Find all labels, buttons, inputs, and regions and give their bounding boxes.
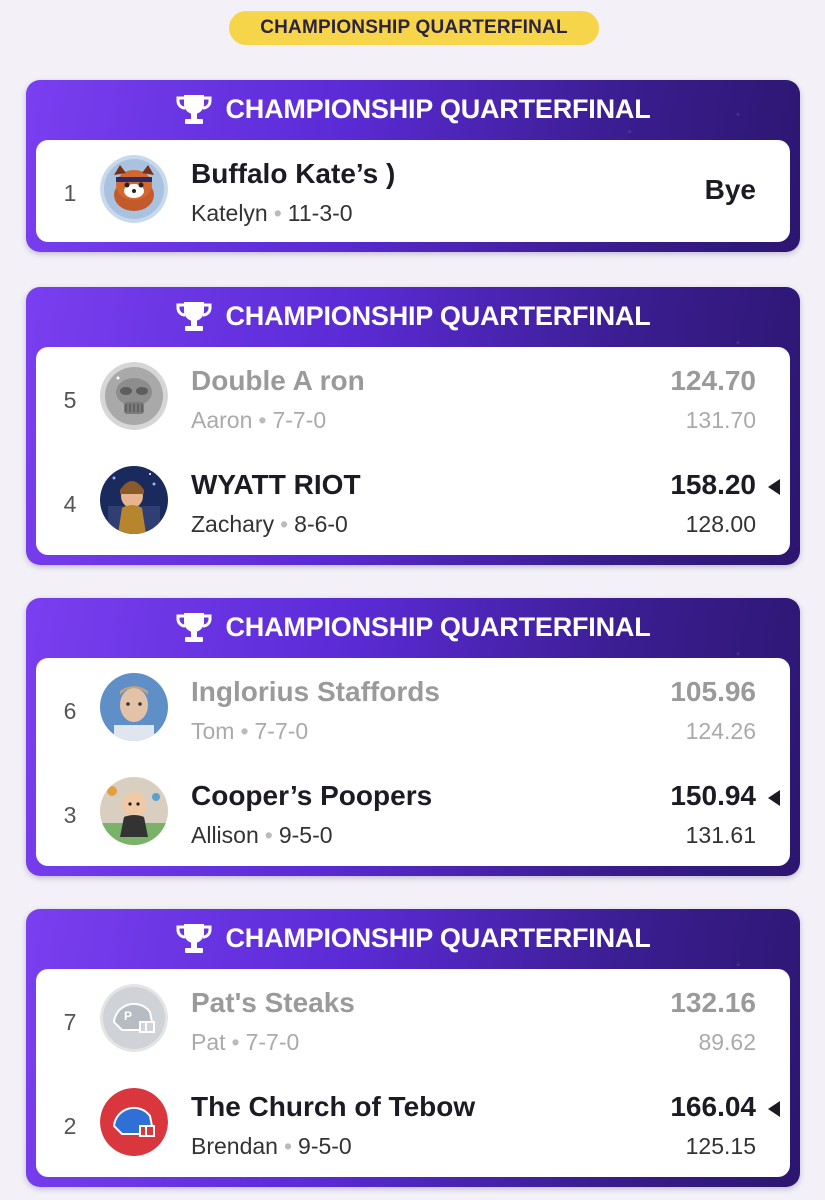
team-projected: 131.61	[685, 822, 756, 848]
team-row[interactable]: 3 Cooper’s Poopers Allison • 9-5-0 150.94 …	[36, 762, 790, 866]
matchup-header-label: CHAMPIONSHIP QUARTERFINAL	[225, 922, 651, 953]
team-avatar-alien-mask	[100, 362, 168, 430]
team-score: 158.20	[670, 469, 756, 500]
team-record: 8-6-0	[294, 511, 348, 537]
team-meta: Katelyn • 11-3-0	[191, 200, 353, 227]
team-projected: 124.26	[685, 718, 756, 744]
manager-name: Allison	[191, 822, 259, 848]
team-row[interactable]: 5 Double A ron Aaron • 7-7-0 124.70 131.70	[36, 347, 790, 451]
manager-name: Aaron	[191, 407, 253, 433]
team-name[interactable]: Inglorius Staffords	[191, 676, 440, 708]
winner-arrow-icon	[768, 790, 780, 806]
team-meta: Brendan • 9-5-0	[191, 1133, 352, 1160]
team-seed: 5	[63, 387, 77, 413]
team-projected: 89.62	[698, 1029, 756, 1055]
manager-name: Katelyn	[191, 200, 268, 226]
team-row[interactable]: 2 The Church of Tebow Brendan • 9-5-0 166.…	[36, 1073, 790, 1177]
team-projected: 131.70	[685, 407, 756, 433]
team-name[interactable]: Double A ron	[191, 365, 365, 397]
trophy-icon	[176, 613, 212, 642]
team-row[interactable]: 7 P Pat's Steaks Pat • 7-7-0 132.16 89.62	[36, 969, 790, 1073]
team-score: 150.94	[670, 780, 756, 811]
trophy-icon	[176, 95, 212, 124]
team-name[interactable]: Buffalo Kate’s )	[191, 158, 395, 190]
team-record: 9-5-0	[298, 1133, 352, 1159]
team-projected: 125.15	[685, 1133, 756, 1159]
manager-name: Brendan	[191, 1133, 278, 1159]
matchup-body: 5 Double A ron Aaron • 7-7-0 124.70 131.70…	[36, 347, 790, 555]
team-avatar-player-photo	[100, 673, 168, 741]
matchup-header: CHAMPIONSHIP QUARTERFINAL	[26, 909, 800, 967]
separator-dot: •	[283, 1133, 293, 1159]
winner-arrow-icon	[768, 479, 780, 495]
round-pill: CHAMPIONSHIP QUARTERFINAL	[229, 11, 599, 45]
svg-text:P: P	[124, 1009, 132, 1023]
matchup-header-label: CHAMPIONSHIP QUARTERFINAL	[225, 93, 651, 124]
team-row[interactable]: 1 Buffalo Kate’s ) Katelyn • 11-3-0 Bye	[36, 140, 790, 242]
matchup-header: CHAMPIONSHIP QUARTERFINAL	[26, 287, 800, 345]
bye-label: Bye	[704, 174, 756, 205]
team-projected: 128.00	[685, 511, 756, 537]
team-seed: 1	[63, 180, 77, 206]
team-seed: 3	[63, 802, 77, 828]
trophy-icon	[176, 302, 212, 331]
team-seed: 4	[63, 491, 77, 517]
team-avatar-red-panda	[100, 155, 168, 223]
matchup-header-label: CHAMPIONSHIP QUARTERFINAL	[225, 300, 651, 331]
team-name[interactable]: The Church of Tebow	[191, 1091, 475, 1123]
team-record: 11-3-0	[287, 200, 353, 226]
team-score: 105.96	[670, 676, 756, 707]
matchup-card[interactable]: CHAMPIONSHIP QUARTERFINAL 7 P Pat's Stea…	[26, 909, 800, 1187]
team-meta: Zachary • 8-6-0	[191, 511, 348, 538]
separator-dot: •	[273, 200, 282, 226]
team-record: 7-7-0	[245, 1029, 300, 1055]
separator-dot: •	[258, 407, 267, 433]
team-avatar-helmet-blue	[100, 1088, 168, 1156]
manager-name: Pat	[191, 1029, 226, 1055]
team-name[interactable]: Pat's Steaks	[191, 987, 355, 1019]
team-meta: Pat • 7-7-0	[191, 1029, 299, 1056]
trophy-icon	[176, 924, 212, 953]
matchup-header: CHAMPIONSHIP QUARTERFINAL	[26, 80, 800, 138]
team-row[interactable]: 6 Inglorius Staffords Tom • 7-7-0 105.96 1…	[36, 658, 790, 762]
matchup-card[interactable]: CHAMPIONSHIP QUARTERFINAL 6 Inglorius St…	[26, 598, 800, 876]
team-score: 166.04	[670, 1091, 756, 1122]
team-record: 7-7-0	[254, 718, 309, 744]
team-row[interactable]: 4 WYATT RIOT Zachary • 8-6-0 158.20 128.00	[36, 451, 790, 555]
team-avatar-child-photo	[100, 466, 168, 534]
team-name[interactable]: Cooper’s Poopers	[191, 780, 432, 812]
separator-dot: •	[264, 822, 273, 848]
team-score: 132.16	[670, 987, 756, 1018]
separator-dot: •	[231, 1029, 240, 1055]
team-score: 124.70	[670, 365, 756, 396]
team-name[interactable]: WYATT RIOT	[191, 469, 361, 501]
team-avatar-baby-photo	[100, 777, 168, 845]
team-seed: 2	[63, 1113, 77, 1139]
matchup-card[interactable]: CHAMPIONSHIP QUARTERFINAL 1 Buffalo Kate…	[26, 80, 800, 252]
winner-arrow-icon	[768, 1101, 780, 1117]
matchup-card[interactable]: CHAMPIONSHIP QUARTERFINAL 5 Double A ron…	[26, 287, 800, 565]
team-meta: Allison • 9-5-0	[191, 822, 333, 849]
matchup-body: 6 Inglorius Staffords Tom • 7-7-0 105.96 1…	[36, 658, 790, 866]
manager-name: Zachary	[191, 511, 275, 537]
team-seed: 6	[63, 698, 77, 724]
team-meta: Aaron • 7-7-0	[191, 407, 326, 434]
team-record: 7-7-0	[272, 407, 327, 433]
separator-dot: •	[280, 511, 289, 537]
matchup-header-label: CHAMPIONSHIP QUARTERFINAL	[225, 611, 651, 642]
manager-name: Tom	[191, 718, 235, 744]
separator-dot: •	[240, 718, 249, 744]
team-seed: 7	[63, 1009, 77, 1035]
team-record: 9-5-0	[278, 822, 333, 848]
matchup-header: CHAMPIONSHIP QUARTERFINAL	[26, 598, 800, 656]
team-avatar-helmet-gray: P	[100, 984, 168, 1052]
team-meta: Tom • 7-7-0	[191, 718, 308, 745]
matchup-body: 1 Buffalo Kate’s ) Katelyn • 11-3-0 Bye	[36, 140, 790, 242]
matchup-body: 7 P Pat's Steaks Pat • 7-7-0 132.16 89.62 …	[36, 969, 790, 1177]
